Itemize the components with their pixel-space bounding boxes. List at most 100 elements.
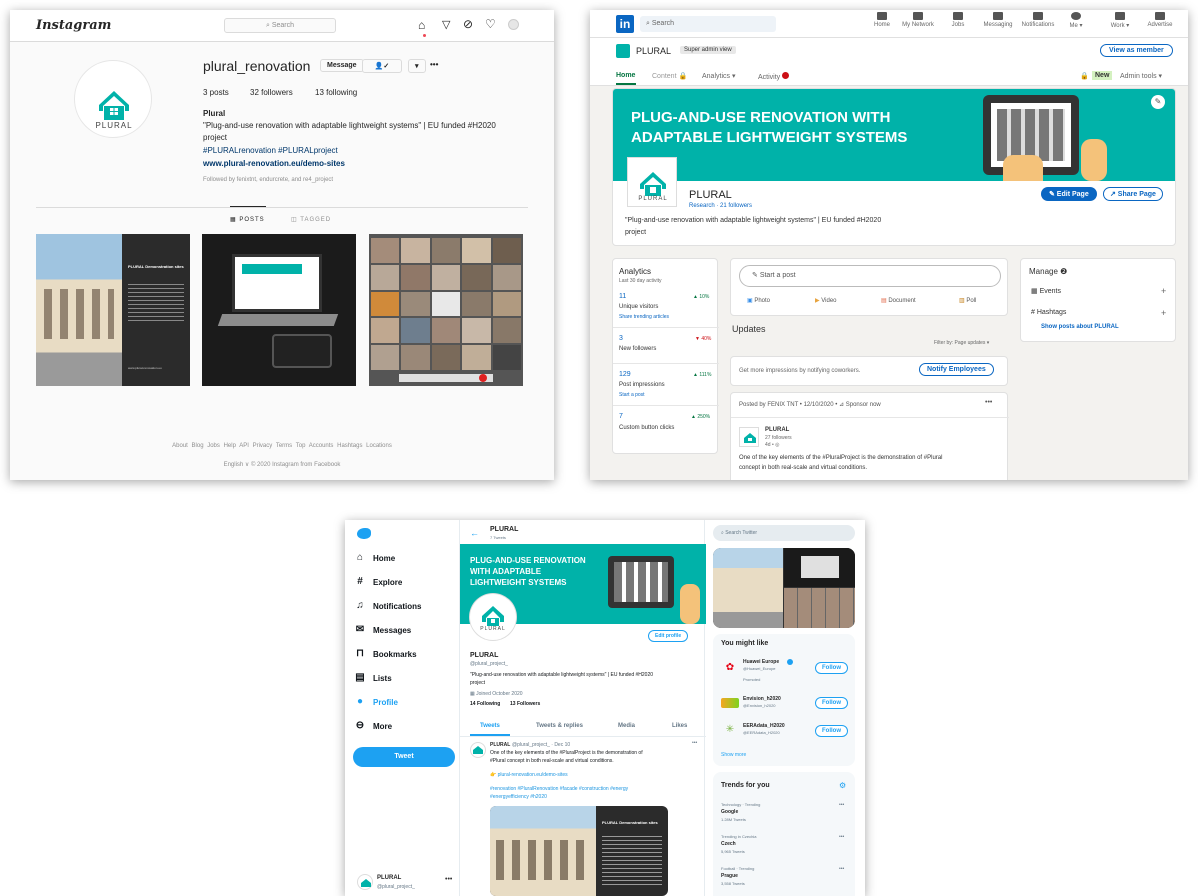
tw-tab-tweets[interactable]: Tweets [480, 723, 500, 729]
tw-media-preview[interactable] [713, 548, 855, 628]
tw-account-avatar[interactable] [357, 874, 373, 890]
li-logo[interactable]: in [616, 15, 634, 33]
tw-tab-likes[interactable]: Likes [672, 723, 687, 729]
li-tab-activity[interactable]: Activity [758, 72, 790, 81]
li-show-posts-link[interactable]: Show posts about PLURAL [1041, 324, 1119, 330]
tw-trend-menu-icon[interactable]: ••• [839, 834, 844, 840]
li-post-action-video[interactable]: ▶ Video [815, 297, 837, 304]
tw-trend-menu-icon[interactable]: ••• [839, 866, 844, 872]
li-admin-tools[interactable]: Admin tools ▾ [1120, 72, 1162, 80]
tw-tweet-link[interactable]: 👉 plural-renovation.eu/demo-sites [490, 772, 568, 778]
li-post-company[interactable]: PLURAL [765, 427, 789, 433]
footer-link-terms[interactable]: Terms [276, 443, 292, 449]
ig-profile-pic[interactable]: PLURAL [74, 60, 152, 138]
ig-more-button[interactable]: ••• [430, 60, 438, 69]
tw-nav-profile[interactable]: ● Profile [355, 697, 398, 707]
li-tab-content[interactable]: Content 🔒 [652, 72, 687, 80]
tw-trend-name[interactable]: Czech [721, 841, 736, 847]
tw-following[interactable]: 14 Following [470, 701, 500, 707]
back-arrow-icon[interactable]: ← [470, 528, 479, 538]
tw-tweet-button[interactable]: Tweet [353, 747, 455, 767]
tw-suggestion-name[interactable]: Huawei Europe [743, 659, 779, 665]
li-nav-network[interactable]: My Network [898, 12, 938, 28]
ig-follow-status-button[interactable]: 👤✓ [362, 59, 402, 73]
tw-profile-avatar[interactable]: PLURAL [470, 594, 516, 640]
avatar-icon[interactable] [508, 19, 519, 30]
li-manage-events[interactable]: ▦ Events [1031, 287, 1061, 295]
li-start-post-input[interactable]: ✎ Start a post [739, 265, 1001, 287]
tw-account-menu-icon[interactable]: ••• [445, 876, 452, 883]
tw-search-input[interactable]: ⌕ Search Twitter [713, 525, 855, 541]
tw-nav-lists[interactable]: ▤ Lists [355, 673, 391, 683]
ig-post-3[interactable] [369, 234, 523, 386]
ig-website-link[interactable]: www.plural-renovation.eu/demo-sites [203, 159, 345, 168]
li-nav-jobs[interactable]: Jobs [938, 12, 978, 28]
gear-icon[interactable]: ⚙ [839, 781, 846, 790]
tw-nav-notifications[interactable]: ♫ Notifications [355, 601, 421, 611]
twitter-bird-icon[interactable] [357, 528, 371, 539]
li-share-page-button[interactable]: ↗ Share Page [1103, 187, 1163, 201]
tw-trend-name[interactable]: Google [721, 809, 738, 815]
tw-tweet-avatar[interactable] [470, 742, 486, 758]
li-page-logo[interactable]: PLURAL [627, 157, 677, 207]
ig-footer-copyright[interactable]: English ∨ © 2020 Instagram from Facebook [10, 461, 554, 468]
tw-nav-messages[interactable]: ✉ Messages [355, 625, 411, 635]
li-post-action-document[interactable]: ▤ Document [881, 297, 916, 304]
tw-follow-button[interactable]: Follow [815, 697, 848, 709]
tw-nav-more[interactable]: ⊖ More [355, 721, 392, 731]
li-edit-page-button[interactable]: ✎ Edit Page [1041, 187, 1097, 201]
li-tab-analytics[interactable]: Analytics ▾ [702, 72, 735, 80]
li-view-as-member-button[interactable]: View as member [1100, 44, 1173, 57]
li-nav-work[interactable]: Work ▾ [1100, 12, 1140, 29]
li-stat-link[interactable]: Start a post [619, 392, 645, 398]
ig-search-input[interactable]: ⌕ Search [224, 18, 336, 33]
tw-edit-profile-button[interactable]: Edit profile [648, 630, 689, 642]
tw-tab-replies[interactable]: Tweets & replies [536, 723, 583, 729]
footer-link-top-accounts[interactable]: Top Accounts [296, 443, 334, 449]
heart-icon[interactable]: ♡ [485, 17, 496, 31]
li-nav-messaging[interactable]: Messaging [978, 12, 1018, 28]
tw-show-more-link[interactable]: Show more [721, 752, 746, 758]
footer-link-about[interactable]: About [172, 443, 188, 449]
li-manage-hashtags[interactable]: # Hashtags [1031, 309, 1066, 316]
tw-trend-name[interactable]: Prague [721, 873, 738, 879]
li-post-menu-button[interactable]: ••• [985, 399, 992, 406]
ig-followed-by[interactable]: Followed by fenixtnt, endurcrete, and re… [203, 177, 333, 183]
ig-message-button[interactable]: Message [320, 59, 364, 72]
tw-nav-bookmarks[interactable]: ⊓ Bookmarks [355, 649, 416, 659]
li-tab-home[interactable]: Home [616, 72, 635, 79]
footer-link-privacy[interactable]: Privacy [253, 443, 273, 449]
ig-followers-count[interactable]: 32 followers [250, 88, 293, 97]
ig-suggest-button[interactable]: ▾ [408, 59, 426, 73]
edit-banner-icon[interactable]: ✎ [1151, 95, 1165, 109]
tw-tab-media[interactable]: Media [618, 723, 635, 729]
li-notify-employees-button[interactable]: Notify Employees [919, 363, 994, 376]
li-post-action-photo[interactable]: ▣ Photo [747, 297, 770, 304]
ig-post-2[interactable] [202, 234, 356, 386]
home-icon[interactable]: ⌂ [418, 18, 425, 32]
footer-link-api[interactable]: API [239, 443, 249, 449]
li-nav-advertise[interactable]: Advertise [1140, 12, 1180, 28]
direct-icon[interactable]: ▽ [442, 18, 450, 31]
tw-nav-home[interactable]: ⌂ Home [355, 553, 395, 563]
ig-brand-logo[interactable]: Instagram [36, 18, 111, 33]
li-nav-home[interactable]: Home [862, 12, 902, 28]
ig-hashtags[interactable]: #PLURALrenovation #PLURALproject [203, 146, 338, 155]
explore-icon[interactable]: ⊘ [463, 17, 473, 31]
tw-suggestion-name[interactable]: Envision_h2020 [743, 696, 781, 702]
footer-link-help[interactable]: Help [224, 443, 236, 449]
tw-tweet-image[interactable]: PLURAL Demonstration sites [490, 806, 668, 896]
li-nav-me[interactable]: Me ▾ [1056, 12, 1096, 29]
li-stat-link[interactable]: Share trending articles [619, 314, 669, 320]
footer-link-blog[interactable]: Blog [192, 443, 204, 449]
footer-link-locations[interactable]: Locations [366, 443, 392, 449]
tw-suggestion-name[interactable]: EERAdata_H2020 [743, 723, 785, 729]
tw-tweet-menu-icon[interactable]: ••• [692, 740, 697, 746]
ig-following-count[interactable]: 13 following [315, 88, 357, 97]
li-add-event-icon[interactable]: + [1161, 286, 1166, 296]
footer-link-jobs[interactable]: Jobs [207, 443, 220, 449]
tw-follow-button[interactable]: Follow [815, 662, 848, 674]
ig-tab-tagged[interactable]: ◫ TAGGED [291, 216, 331, 223]
li-search-input[interactable]: ⌕ Search [640, 16, 776, 32]
tw-trend-menu-icon[interactable]: ••• [839, 802, 844, 808]
